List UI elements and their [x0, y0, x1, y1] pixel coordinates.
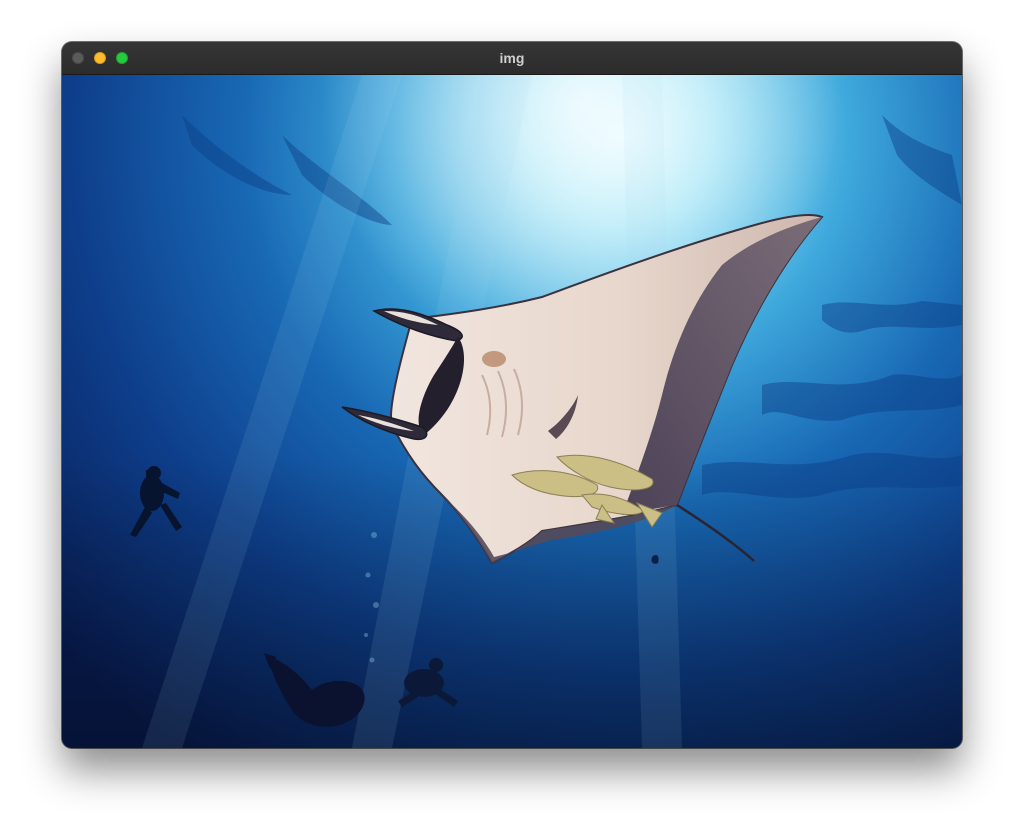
desktop: img: [0, 0, 1024, 831]
image-canvas: [62, 75, 962, 748]
underwater-photo: [62, 75, 962, 748]
image-viewer-window: img: [62, 42, 962, 748]
title-bar[interactable]: img: [62, 42, 962, 75]
window-title: img: [499, 50, 525, 66]
